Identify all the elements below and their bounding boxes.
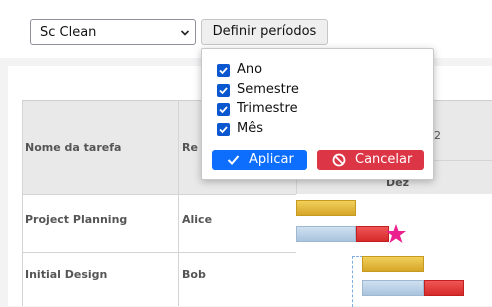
task-resource: Bob [182,268,206,281]
grid-line [22,100,23,306]
define-periods-popup: Ano Semestre Trimestre Mês Aplicar Cance… [201,48,434,180]
milestone-star-icon[interactable] [385,223,407,245]
task-column-header: Nome da tarefa [25,141,122,154]
year-header: 2 [434,129,441,142]
actual-bar[interactable] [362,280,424,296]
apply-label: Aplicar [249,152,294,167]
period-option-label: Ano [237,62,263,77]
task-resource: Alice [182,213,213,226]
task-name: Project Planning [25,213,128,226]
planned-bar[interactable] [362,256,424,272]
checkbox-checked-icon[interactable] [217,84,230,97]
grid-line [178,100,179,306]
resource-column-header: Re [182,141,198,154]
checkbox-checked-icon[interactable] [217,103,230,116]
actual-bar[interactable] [296,226,356,242]
chevron-down-icon [181,30,189,36]
checkbox-checked-icon[interactable] [217,64,230,77]
task-name: Initial Design [25,268,108,281]
period-option-label: Trimestre [237,101,298,116]
check-icon [227,155,240,165]
ban-icon [332,153,346,167]
cancel-label: Cancelar [355,152,413,167]
define-periods-button[interactable]: Definir períodos [201,19,328,45]
period-option-label: Semestre [237,82,299,97]
apply-button[interactable]: Aplicar [212,150,307,170]
period-option-label: Mês [237,121,263,136]
gantt-chart-area [296,194,492,307]
theme-select[interactable]: Sc Clean [30,19,196,45]
theme-select-value: Sc Clean [40,25,97,40]
planned-bar[interactable] [296,200,356,216]
cancel-button[interactable]: Cancelar [317,150,424,170]
checkbox-checked-icon[interactable] [217,123,230,136]
late-bar[interactable] [424,280,464,296]
